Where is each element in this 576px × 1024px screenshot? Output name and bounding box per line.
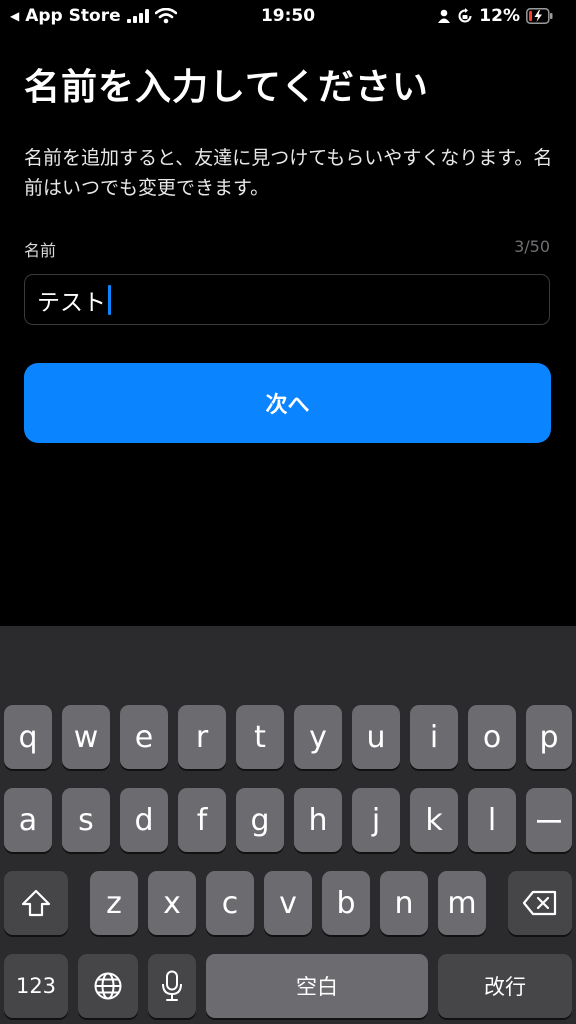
key-long-vowel[interactable]: ー bbox=[526, 788, 572, 852]
key-d[interactable]: d bbox=[120, 788, 168, 852]
page-title: 名前を入力してください bbox=[24, 67, 429, 108]
key-i[interactable]: i bbox=[410, 705, 458, 769]
key-m[interactable]: m bbox=[438, 871, 486, 935]
key-g[interactable]: g bbox=[236, 788, 284, 852]
page-description: 名前を追加すると、友達に見つけてもらいやすくなります。名前はいつでも変更できます… bbox=[24, 147, 553, 199]
battery-low-charging-icon bbox=[526, 8, 553, 24]
key-f[interactable]: f bbox=[178, 788, 226, 852]
next-button[interactable]: 次へ bbox=[24, 363, 551, 443]
space-key[interactable]: 空白 bbox=[206, 954, 428, 1018]
status-bar: ◀ App Store 19:50 12% bbox=[0, 0, 576, 34]
name-input[interactable]: テスト bbox=[24, 274, 550, 325]
name-field-label: 名前 bbox=[24, 241, 57, 260]
key-r[interactable]: r bbox=[178, 705, 226, 769]
key-v[interactable]: v bbox=[264, 871, 312, 935]
key-b[interactable]: b bbox=[322, 871, 370, 935]
key-n[interactable]: n bbox=[380, 871, 428, 935]
text-cursor bbox=[108, 284, 111, 315]
key-z[interactable]: z bbox=[90, 871, 138, 935]
key-u[interactable]: u bbox=[352, 705, 400, 769]
key-p[interactable]: p bbox=[526, 705, 572, 769]
key-j[interactable]: j bbox=[352, 788, 400, 852]
key-s[interactable]: s bbox=[62, 788, 110, 852]
return-key[interactable]: 改行 bbox=[438, 954, 572, 1018]
screen: ◀ App Store 19:50 12% 名前を入力してください 名前を追加す… bbox=[0, 0, 576, 1024]
key-o[interactable]: o bbox=[468, 705, 516, 769]
key-h[interactable]: h bbox=[294, 788, 342, 852]
name-input-value: テスト bbox=[37, 289, 106, 316]
globe-icon bbox=[94, 972, 122, 1000]
battery-percent: 12% bbox=[479, 6, 520, 26]
key-e[interactable]: e bbox=[120, 705, 168, 769]
delete-key[interactable] bbox=[508, 871, 572, 935]
globe-key[interactable] bbox=[78, 954, 138, 1018]
orientation-lock-icon bbox=[458, 8, 472, 23]
character-counter: 3/50 bbox=[514, 237, 550, 256]
shift-key[interactable] bbox=[4, 871, 68, 935]
dictation-key[interactable] bbox=[148, 954, 196, 1018]
shift-icon bbox=[21, 889, 51, 917]
key-k[interactable]: k bbox=[410, 788, 458, 852]
key-c[interactable]: c bbox=[206, 871, 254, 935]
key-a[interactable]: a bbox=[4, 788, 52, 852]
keyboard: q w e r t y u i o p a s d f g h j k l ー … bbox=[0, 626, 576, 1024]
key-t[interactable]: t bbox=[236, 705, 284, 769]
key-w[interactable]: w bbox=[62, 705, 110, 769]
numbers-key[interactable]: 123 bbox=[4, 954, 68, 1018]
delete-icon bbox=[522, 890, 557, 916]
person-icon bbox=[438, 9, 451, 23]
microphone-icon bbox=[162, 970, 182, 1001]
key-q[interactable]: q bbox=[4, 705, 52, 769]
key-l[interactable]: l bbox=[468, 788, 516, 852]
key-x[interactable]: x bbox=[148, 871, 196, 935]
key-y[interactable]: y bbox=[294, 705, 342, 769]
